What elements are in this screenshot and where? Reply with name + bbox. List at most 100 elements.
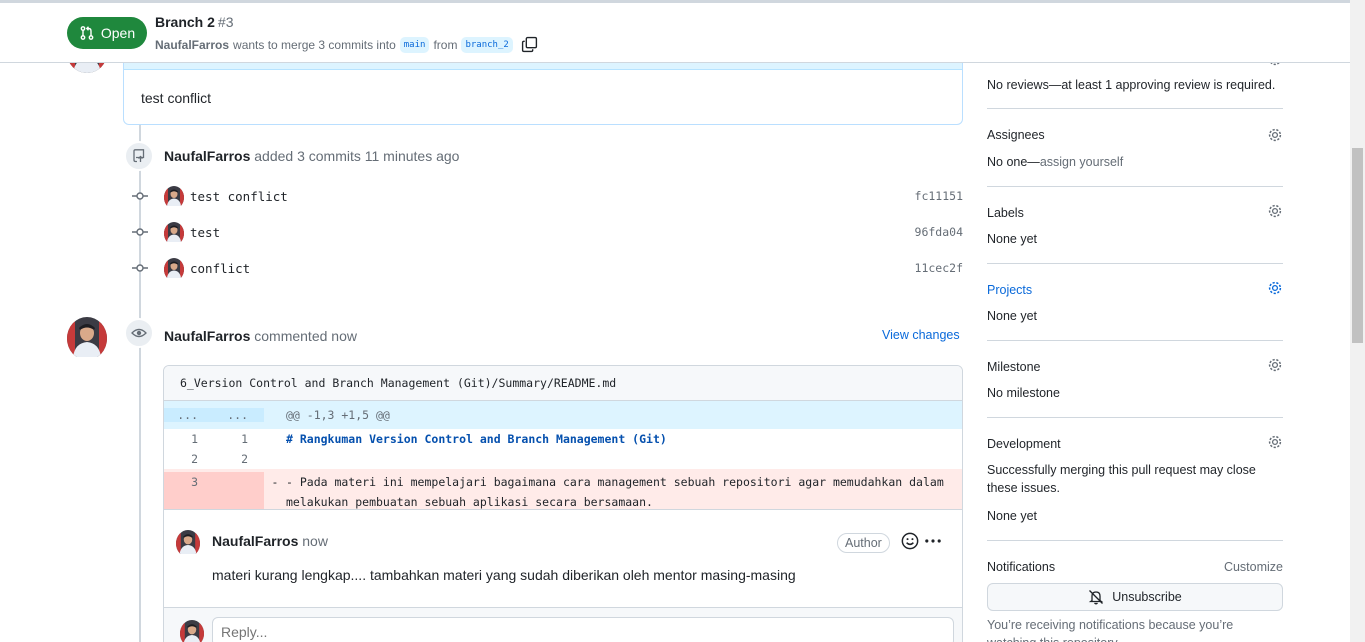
commit-row: test 96fda04 xyxy=(132,220,963,244)
reply-input[interactable] xyxy=(212,617,954,642)
commit-message-link[interactable]: conflict xyxy=(190,261,250,276)
pr-state-label: Open xyxy=(100,25,136,41)
old-line-number: 3 xyxy=(164,472,214,509)
diff-hunk-row: ... ... @@ -1,3 +1,5 @@ xyxy=(164,401,962,429)
reviewers-section: No reviews—at least 1 approving review i… xyxy=(987,63,1283,109)
comment-time[interactable]: now xyxy=(302,533,328,549)
pr-meta: NaufalFarros wants to merge 3 commits in… xyxy=(155,36,538,53)
comment-header: NaufalFarros now xyxy=(212,533,328,549)
review-comment: NaufalFarros now Author materi kurang le… xyxy=(164,509,962,607)
expand-down-button[interactable]: ... xyxy=(214,408,264,422)
avatar[interactable] xyxy=(164,258,184,281)
new-line-number xyxy=(214,472,264,509)
diff-line-deleted: 3 - - Pada materi ini mempelajari bagaim… xyxy=(164,469,962,509)
assignees-section: Assignees No one—assign yourself xyxy=(987,109,1283,187)
gear-icon[interactable] xyxy=(1267,203,1283,219)
avatar[interactable] xyxy=(164,186,184,209)
diff-sign: - xyxy=(271,475,279,489)
diff-line: 2 2 xyxy=(164,449,962,469)
pr-merge-text: wants to merge 3 commits into xyxy=(233,37,396,52)
previous-comment-box: test conflict xyxy=(123,62,963,125)
commits-event-text: NaufalFarros added 3 commits 11 minutes … xyxy=(164,148,459,164)
commit-message-link[interactable]: test xyxy=(190,225,220,240)
old-line-number: 1 xyxy=(191,432,198,446)
assignees-value: No one—assign yourself xyxy=(987,155,1124,169)
expand-up-button[interactable]: ... xyxy=(164,408,214,422)
repo-push-icon xyxy=(124,141,154,171)
author-badge: Author xyxy=(837,533,890,553)
labels-value: None yet xyxy=(987,232,1038,246)
review-event-text: NaufalFarros commented now xyxy=(164,328,357,344)
event-actor-link[interactable]: NaufalFarros xyxy=(164,328,250,344)
milestone-title[interactable]: Milestone xyxy=(987,360,1041,374)
projects-section: Projects None yet xyxy=(987,264,1283,341)
diff-line: 1 1 # Rangkuman Version Control and Bran… xyxy=(164,429,962,449)
avatar[interactable] xyxy=(164,222,184,245)
commit-row: conflict 11cec2f xyxy=(132,256,963,280)
eye-icon xyxy=(124,318,154,348)
pr-from-text: from xyxy=(433,37,458,52)
bell-slash-icon xyxy=(1089,590,1104,605)
comment-body: materi kurang lengkap.... tambahkan mate… xyxy=(212,567,796,583)
milestone-value: No milestone xyxy=(987,386,1060,400)
development-section: Development Successfully merging this pu… xyxy=(987,418,1283,541)
milestone-section: Milestone No milestone xyxy=(987,341,1283,418)
hunk-header: @@ -1,3 +1,5 @@ xyxy=(286,408,390,422)
unsubscribe-label: Unsubscribe xyxy=(1112,590,1182,604)
development-value: None yet xyxy=(987,509,1038,523)
pr-state-badge: Open xyxy=(67,17,147,49)
commit-sha-link[interactable]: fc11151 xyxy=(915,189,963,203)
file-path[interactable]: 6_Version Control and Branch Management … xyxy=(164,366,962,401)
gear-icon[interactable] xyxy=(1267,280,1283,296)
avatar[interactable] xyxy=(67,317,107,360)
gear-icon[interactable] xyxy=(1267,357,1283,373)
projects-title[interactable]: Projects xyxy=(987,283,1032,297)
unsubscribe-button[interactable]: Unsubscribe xyxy=(987,583,1283,611)
new-line-number: 2 xyxy=(241,452,248,466)
copy-icon[interactable] xyxy=(521,36,538,53)
git-commit-icon xyxy=(132,260,148,276)
pr-author-link[interactable]: NaufalFarros xyxy=(155,38,229,52)
event-actor-link[interactable]: NaufalFarros xyxy=(164,148,250,164)
avatar xyxy=(180,620,204,642)
pr-sticky-header: Open Branch 2 #3 NaufalFarros wants to me… xyxy=(0,0,1350,63)
commit-sha-link[interactable]: 96fda04 xyxy=(915,225,963,239)
git-commit-icon xyxy=(132,188,148,204)
git-pull-request-icon xyxy=(80,26,94,40)
scrollbar-thumb[interactable] xyxy=(1352,148,1363,343)
customize-link[interactable]: Customize xyxy=(1224,560,1283,574)
event-description: commented now xyxy=(254,328,357,344)
event-description: added 3 commits 11 minutes ago xyxy=(254,148,460,164)
smiley-icon[interactable] xyxy=(901,532,919,550)
base-branch-tag[interactable]: main xyxy=(399,36,430,53)
development-note: Successfully merging this pull request m… xyxy=(987,463,1256,495)
pr-number: #3 xyxy=(217,14,234,30)
view-changes-link[interactable]: View changes xyxy=(882,328,960,342)
old-line-number: 2 xyxy=(191,452,198,466)
diff-code: - Pada materi ini mempelajari bagaimana … xyxy=(286,475,951,509)
notifications-title: Notifications xyxy=(987,560,1056,574)
development-title[interactable]: Development xyxy=(987,437,1061,451)
review-thread-box: 6_Version Control and Branch Management … xyxy=(163,365,963,642)
head-branch-tag[interactable]: branch_2 xyxy=(461,36,513,53)
commit-row: test conflict fc11151 xyxy=(132,184,963,208)
previous-comment-text: test conflict xyxy=(141,90,212,106)
gear-icon[interactable] xyxy=(1267,434,1283,450)
reply-bar xyxy=(164,607,962,642)
notifications-note: You’re receiving notifications because y… xyxy=(987,618,1234,642)
page-scrollbar[interactable] xyxy=(1350,0,1365,642)
new-line-number: 1 xyxy=(241,432,248,446)
avatar[interactable] xyxy=(176,530,200,557)
diff-code: # Rangkuman Version Control and Branch M… xyxy=(286,432,667,446)
comment-author-link[interactable]: NaufalFarros xyxy=(212,533,298,549)
assignees-title[interactable]: Assignees xyxy=(987,128,1045,142)
kebab-horizontal-icon[interactable] xyxy=(924,532,942,550)
pr-title-text: Branch 2 xyxy=(155,14,215,30)
commit-sha-link[interactable]: 11cec2f xyxy=(915,261,963,275)
commit-message-link[interactable]: test conflict xyxy=(190,189,288,204)
gear-icon[interactable] xyxy=(1267,127,1283,143)
assign-yourself-link[interactable]: assign yourself xyxy=(1040,155,1123,169)
labels-title[interactable]: Labels xyxy=(987,206,1024,220)
projects-value: None yet xyxy=(987,309,1038,323)
reviewers-value: No reviews—at least 1 approving review i… xyxy=(987,78,1276,92)
